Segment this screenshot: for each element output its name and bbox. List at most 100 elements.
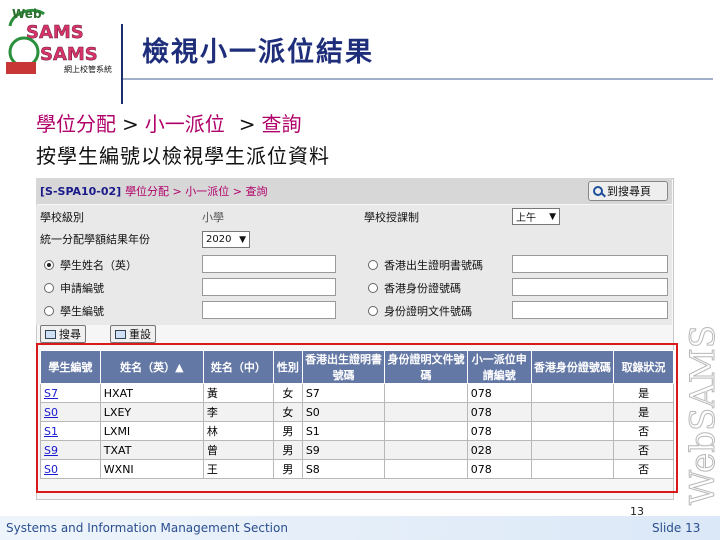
svg-text:SAMS: SAMS	[26, 22, 84, 43]
radio-student-no[interactable]: 學生編號	[44, 303, 104, 319]
cell-gender: 男	[272, 440, 303, 460]
cell-gender: 男	[272, 421, 303, 441]
search-button[interactable]: 搜尋	[40, 325, 86, 343]
student-no-link[interactable]: S0	[40, 402, 101, 422]
radio-label: 身份證明文件號碼	[384, 305, 472, 318]
cell-id-doc	[384, 440, 468, 460]
cell-birth-cert: S9	[301, 440, 386, 460]
radio-label: 香港出生證明書號碼	[384, 259, 483, 272]
radio-button[interactable]	[44, 306, 54, 316]
screen-path: 學位分配 > 小一派位 > 查詢	[125, 185, 268, 198]
cell-admission-status: 否	[613, 459, 674, 479]
breadcrumb-item-enquiry: 查詢	[261, 112, 302, 136]
table-row: S0 WXNI 王 男 S8 078 否	[40, 459, 674, 479]
cell-application-no: 028	[466, 440, 532, 460]
table-row: S0 LXEY 李 女 S0 078 是	[40, 402, 674, 422]
back-to-search-button[interactable]: 到搜尋頁	[588, 181, 668, 201]
cell-name-en: HXAT	[99, 383, 204, 403]
student-no-link[interactable]: S0	[40, 459, 101, 479]
radio-button[interactable]	[368, 306, 378, 316]
cell-name-zh: 王	[202, 459, 274, 479]
table-row: S9 TXAT 曾 男 S9 028 否	[40, 440, 674, 460]
session-select-value: 上午	[516, 213, 536, 224]
school-level-label: 學校級別	[40, 211, 84, 224]
search-icon	[45, 329, 56, 339]
breadcrumb: 學位分配 > 小一派位 > 查詢	[36, 108, 302, 137]
birth-cert-input[interactable]	[512, 255, 668, 273]
column-header-application-no[interactable]: 小一派位申請編號	[466, 350, 532, 384]
student-name-en-input[interactable]	[202, 255, 336, 273]
websams-watermark: WebSAMS	[682, 300, 720, 510]
session-label: 學校授課制	[364, 211, 419, 224]
radio-button[interactable]	[368, 283, 378, 293]
breadcrumb-separator: >	[238, 112, 256, 136]
cell-application-no: 078	[466, 459, 532, 479]
radio-birth-cert[interactable]: 香港出生證明書號碼	[368, 257, 483, 273]
column-header-gender[interactable]: 性別	[272, 350, 303, 384]
hkid-input[interactable]	[512, 278, 668, 296]
id-doc-input[interactable]	[512, 301, 668, 319]
column-header-student-no[interactable]: 學生編號	[40, 350, 101, 384]
page-subtitle: 按學生編號以檢視學生派位資料	[36, 144, 330, 168]
cell-hkid	[530, 421, 615, 441]
cell-application-no: 078	[466, 383, 532, 403]
reset-icon	[115, 329, 126, 339]
radio-id-doc[interactable]: 身份證明文件號碼	[368, 303, 472, 319]
breadcrumb-item-p1: 小一派位	[144, 112, 225, 136]
column-header-name-zh[interactable]: 姓名（中）	[202, 350, 274, 384]
cell-id-doc	[384, 402, 468, 422]
radio-button[interactable]	[44, 260, 54, 270]
svg-text:網上校管系統: 網上校管系統	[64, 64, 112, 74]
radio-application-no[interactable]: 申請編號	[44, 280, 104, 296]
column-header-admission-status[interactable]: 取錄狀況	[613, 350, 674, 384]
page-code: [S-SPA10-02]	[40, 185, 122, 198]
radio-label: 學生姓名（英）	[60, 259, 137, 272]
student-no-link[interactable]: S7	[40, 383, 101, 403]
session-select[interactable]: 上午 ▼	[512, 208, 560, 225]
cell-name-zh: 黃	[202, 383, 274, 403]
cell-admission-status: 否	[613, 440, 674, 460]
column-header-birth-cert[interactable]: 香港出生證明書號碼	[301, 350, 386, 384]
reset-button[interactable]: 重設	[110, 325, 156, 343]
radio-button[interactable]	[368, 260, 378, 270]
svg-text:SAMS: SAMS	[40, 44, 98, 65]
radio-button[interactable]	[44, 283, 54, 293]
back-to-search-label: 到搜尋頁	[607, 185, 651, 198]
cell-birth-cert: S7	[301, 383, 386, 403]
student-no-link[interactable]: S1	[40, 421, 101, 441]
cell-gender: 女	[272, 383, 303, 403]
cell-name-en: WXNI	[99, 459, 204, 479]
cell-id-doc	[384, 421, 468, 441]
cell-birth-cert: S8	[301, 459, 386, 479]
cell-name-zh: 林	[202, 421, 274, 441]
school-level-value: 小學	[202, 211, 224, 224]
column-header-hkid[interactable]: 香港身份證號碼	[530, 350, 615, 384]
application-no-input[interactable]	[202, 278, 336, 296]
student-no-link[interactable]: S9	[40, 440, 101, 460]
page-title: 檢視小一派位結果	[142, 37, 374, 68]
breadcrumb-separator: >	[122, 112, 139, 136]
year-select[interactable]: 2020 ▼	[202, 231, 250, 248]
student-no-input[interactable]	[202, 301, 336, 319]
column-header-name-en[interactable]: 姓名（英）▲	[99, 350, 204, 384]
column-header-id-doc[interactable]: 身份證明文件號碼	[384, 350, 468, 384]
results-table: 學生編號 姓名（英）▲ 姓名（中） 性別 香港出生證明書號碼 身份證明文件號碼 …	[40, 350, 674, 479]
svg-text:Web: Web	[12, 7, 42, 21]
cell-birth-cert: S0	[301, 402, 386, 422]
radio-student-name-en[interactable]: 學生姓名（英）	[44, 257, 137, 273]
cell-birth-cert: S1	[301, 421, 386, 441]
cell-admission-status: 否	[613, 421, 674, 441]
cell-hkid	[530, 383, 615, 403]
cell-hkid	[530, 459, 615, 479]
radio-hkid[interactable]: 香港身份證號碼	[368, 280, 461, 296]
footer-section-name: Systems and Information Management Secti…	[6, 521, 288, 535]
table-header-row: 學生編號 姓名（英）▲ 姓名（中） 性別 香港出生證明書號碼 身份證明文件號碼 …	[40, 350, 674, 384]
table-row: S7 HXAT 黃 女 S7 078 是	[40, 383, 674, 403]
search-icon	[593, 186, 603, 196]
cell-application-no: 078	[466, 421, 532, 441]
cell-name-en: TXAT	[99, 440, 204, 460]
cell-id-doc	[384, 383, 468, 403]
year-label: 統一分配學額結果年份	[40, 233, 150, 246]
screen-page-id: [S-SPA10-02] 學位分配 > 小一派位 > 查詢	[40, 183, 267, 199]
header-divider-vertical	[121, 24, 123, 104]
